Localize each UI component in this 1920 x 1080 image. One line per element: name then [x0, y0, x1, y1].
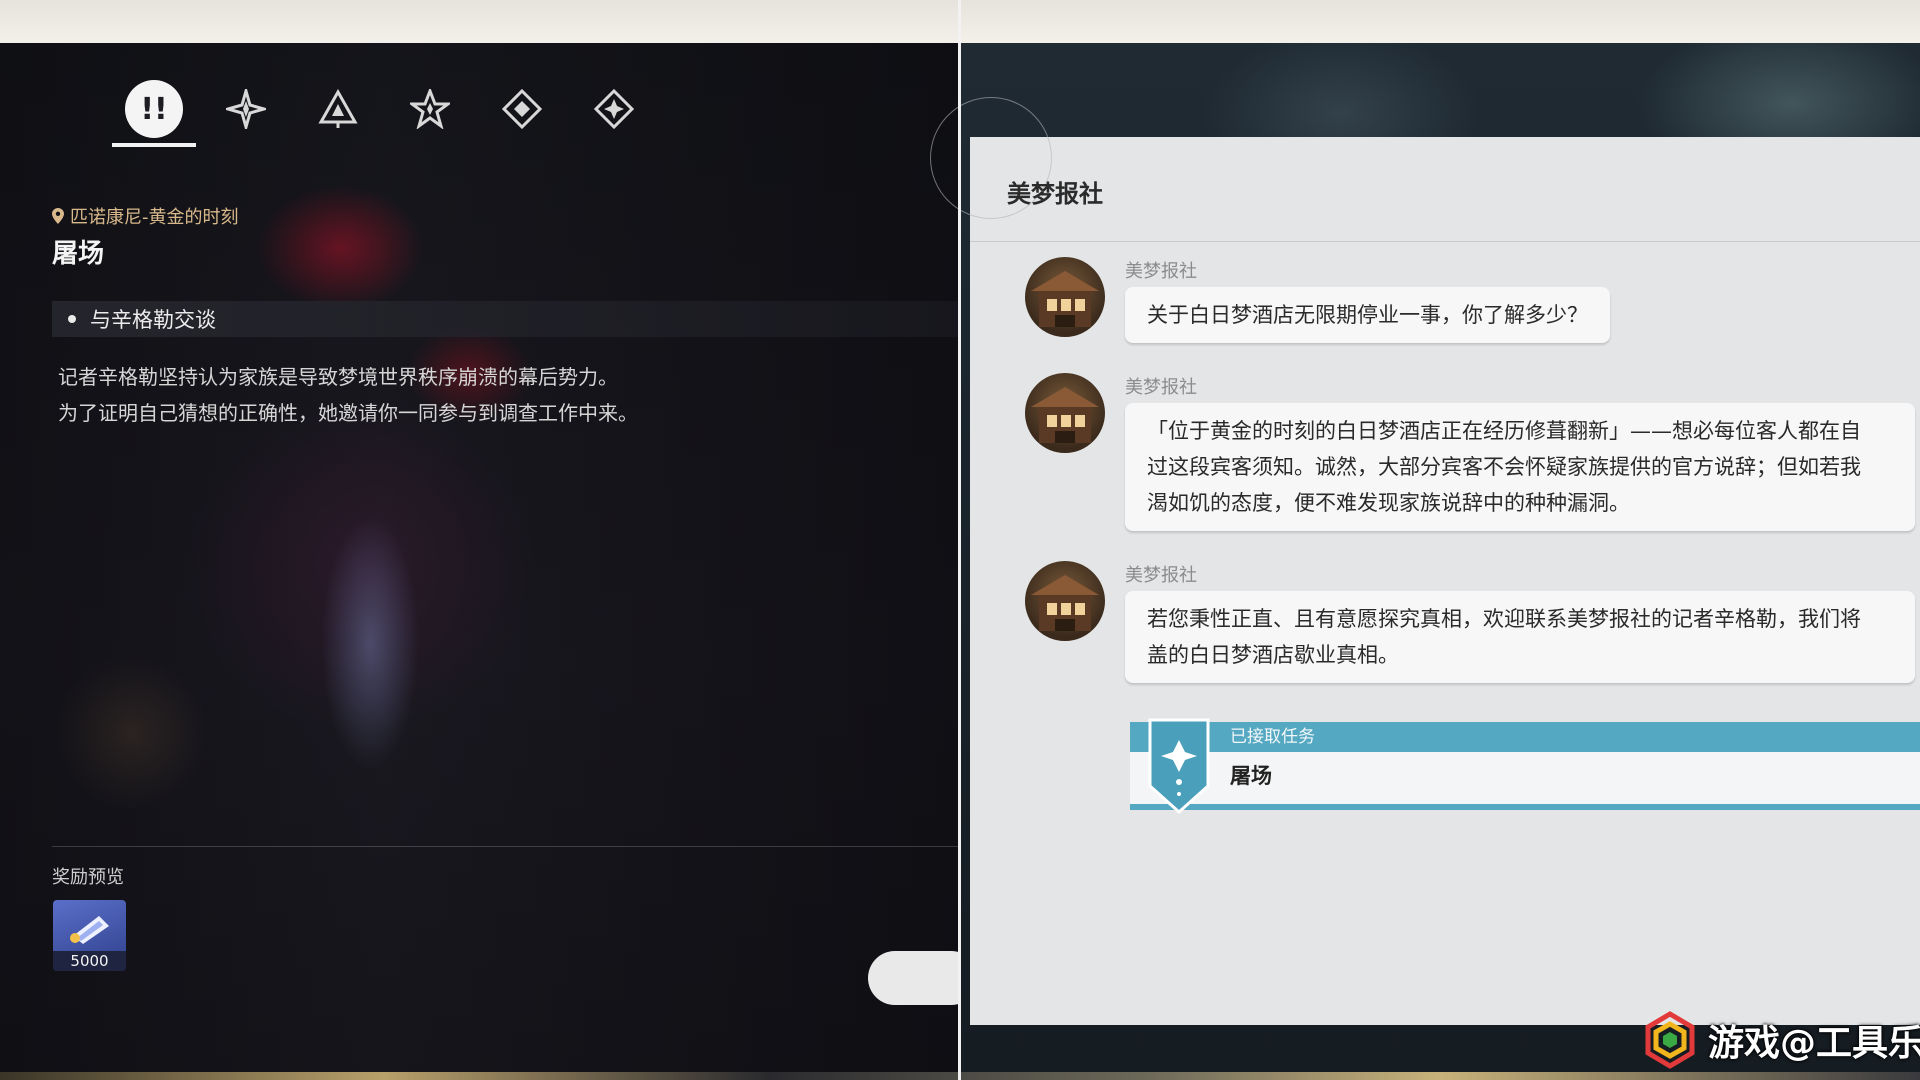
quest-location: 匹诺康尼-黄金的时刻: [52, 203, 239, 229]
diamond-icon: [502, 89, 542, 129]
quest-panel: !! 匹诺康尼-黄金的时刻 屠场 与辛格勒交谈 记者辛格勒坚持认为家族是导致梦境…: [0, 43, 958, 1072]
avatar: [1025, 373, 1105, 453]
chat-window: 美梦报社 美梦报社 关于白日梦酒店无限期停业一事，你了解多少？ 美梦报社 「位于…: [930, 97, 1920, 1025]
hotel-avatar-icon: [1031, 387, 1099, 443]
exclaim-icon: !!: [125, 80, 183, 138]
message-bubble: 关于白日梦酒店无限期停业一事，你了解多少？: [1125, 287, 1610, 343]
reward-amount: 5000: [53, 951, 126, 971]
tab-exclaim[interactable]: !!: [112, 73, 196, 147]
description-line: 记者辛格勒坚持认为家族是导致梦境世界秩序崩溃的幕后势力。: [58, 365, 618, 389]
location-pin-icon: [52, 208, 64, 224]
split-divider: [958, 0, 961, 1080]
chat-header: 美梦报社: [930, 97, 1920, 242]
bullet-icon: [68, 315, 76, 323]
avatar: [1025, 561, 1105, 641]
message-sender: 美梦报社: [1125, 261, 1197, 282]
quest-title: 屠场: [52, 239, 105, 269]
tab-diamond-star[interactable]: [572, 73, 656, 145]
message-line: 盖的白日梦酒店歇业真相。: [1147, 643, 1399, 667]
message-line: 「位于黄金的时刻的白日梦酒店正在经历修葺翻新」——想必每位客人都在自: [1147, 419, 1861, 443]
quest-objective[interactable]: 与辛格勒交谈: [52, 301, 958, 337]
message-bubble: 若您秉性正直、且有意愿探究真相，欢迎联系美梦报社的记者辛格勒，我们将 盖的白日梦…: [1125, 591, 1915, 683]
compass-star-icon: [226, 89, 266, 129]
message-line: 关于白日梦酒店无限期停业一事，你了解多少？: [1147, 303, 1588, 327]
avatar: [1025, 257, 1105, 337]
watermark-text: 游戏@工具乐游网: [1708, 1023, 1920, 1064]
reward-preview-label: 奖励预览: [52, 867, 124, 888]
message-sender: 美梦报社: [1125, 377, 1197, 398]
message-sender: 美梦报社: [1125, 565, 1197, 586]
hotel-avatar-icon: [1031, 271, 1099, 327]
objective-text: 与辛格勒交谈: [90, 308, 216, 332]
task-name: 屠场: [1230, 764, 1272, 788]
reward-item[interactable]: 5000: [53, 900, 126, 971]
triangle-icon: [318, 89, 358, 128]
task-status: 已接取任务: [1230, 727, 1315, 747]
message-bubble: 「位于黄金的时刻的白日梦酒店正在经历修葺翻新」——想必每位客人都在自 过这段宾客…: [1125, 403, 1915, 531]
quest-badge-icon: [1148, 718, 1210, 814]
description-line: 为了证明自己猜想的正确性，她邀请你一同参与到调查工作中来。: [58, 401, 638, 425]
tab-star[interactable]: [388, 73, 472, 145]
watermark-logo-icon: [1645, 1011, 1695, 1069]
message-line: 若您秉性正直、且有意愿探究真相，欢迎联系美梦报社的记者辛格勒，我们将: [1147, 607, 1861, 631]
diamond-star-icon: [594, 89, 634, 129]
quest-description: 记者辛格勒坚持认为家族是导致梦境世界秩序崩溃的幕后势力。 为了证明自己猜想的正确…: [58, 359, 638, 431]
tab-compass-star[interactable]: [204, 73, 288, 145]
tab-triangle[interactable]: [296, 73, 380, 145]
watermark: 游戏@工具乐游网: [1640, 1010, 1920, 1070]
message-line: 过这段宾客须知。诚然，大部分宾客不会怀疑家族提供的官方说辞；但如若我: [1147, 455, 1861, 479]
location-text: 匹诺康尼-黄金的时刻: [70, 207, 239, 228]
chat-title: 美梦报社: [1007, 180, 1103, 208]
hotel-avatar-icon: [1031, 575, 1099, 631]
quest-category-tabs: !!: [112, 73, 656, 147]
ticket-icon: [70, 916, 109, 944]
message-line: 渴如饥的态度，便不难发现家族说辞中的种种漏洞。: [1147, 491, 1630, 515]
tab-diamond[interactable]: [480, 73, 564, 145]
accepted-task-card[interactable]: 已接取任务 屠场: [1130, 718, 1920, 814]
star-icon: [410, 89, 450, 129]
divider: [52, 846, 958, 847]
